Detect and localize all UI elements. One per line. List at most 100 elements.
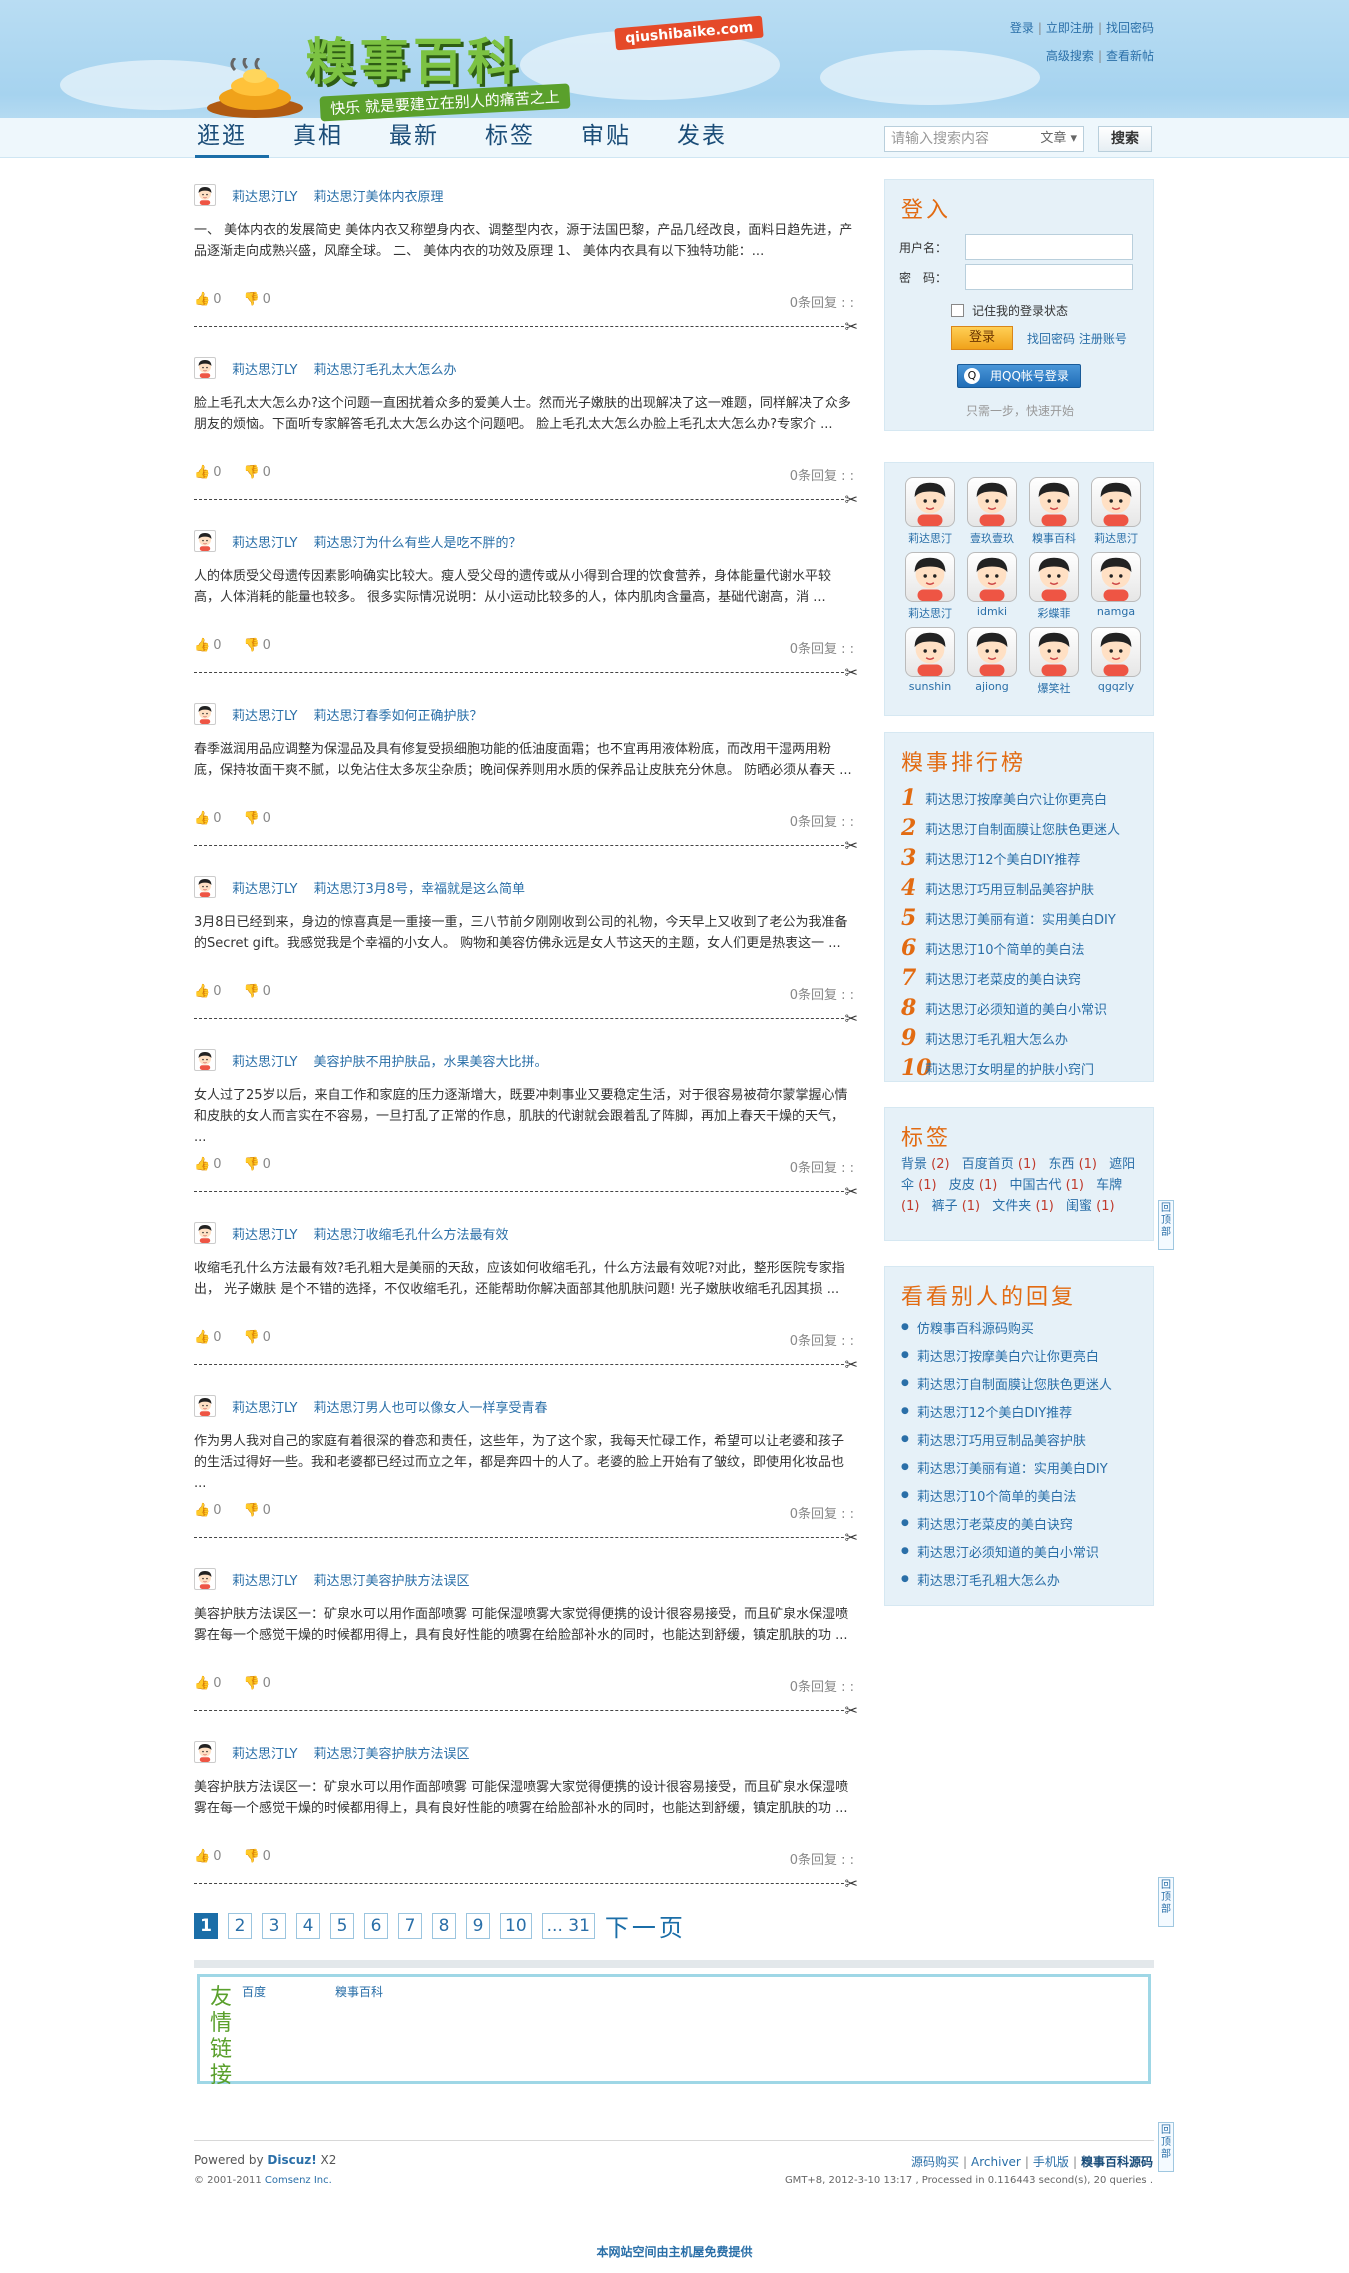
avatar[interactable] xyxy=(194,1222,216,1244)
reply-link[interactable]: 仿糗事百科源码购买 xyxy=(917,1318,1034,1337)
downvote-button[interactable]: 👎 0 xyxy=(243,465,270,480)
avatar[interactable] xyxy=(194,1395,216,1417)
post-title-link[interactable]: 莉达思汀毛孔太大怎么办 xyxy=(313,359,456,378)
reply-link[interactable]: 莉达思汀按摩美白穴让你更亮白 xyxy=(917,1346,1099,1365)
upvote-button[interactable]: 👍 0 xyxy=(194,1676,221,1691)
avatar[interactable] xyxy=(194,703,216,725)
post-title-link[interactable]: 美容护肤不用护肤品，水果美容大比拼。 xyxy=(313,1051,547,1070)
downvote-button[interactable]: 👎 0 xyxy=(243,1849,270,1864)
reply-link[interactable]: 莉达思汀巧用豆制品美容护肤 xyxy=(917,1430,1086,1449)
tag-link[interactable]: 皮皮 (1) xyxy=(949,1178,1006,1193)
upvote-button[interactable]: 👍 0 xyxy=(194,292,221,307)
page-link[interactable]: ... 31 xyxy=(541,1912,595,1939)
site-logo[interactable]: 糗事百科 qiushibaike.com 快乐 就是要建立在别人的痛苦之上 xyxy=(205,10,765,122)
user-item[interactable]: ajiong xyxy=(961,627,1023,702)
tag-link[interactable]: 中国古代 (1) xyxy=(1009,1178,1092,1193)
host-credit[interactable]: 本网站空间由主机屋免费提供 xyxy=(0,2243,1349,2260)
downvote-button[interactable]: 👎 0 xyxy=(243,1676,270,1691)
post-author-link[interactable]: 莉达思汀LY xyxy=(232,705,297,724)
page-link[interactable]: 8 xyxy=(432,1912,456,1939)
ranking-link[interactable]: 莉达思汀必须知道的美白小常识 xyxy=(925,999,1107,1018)
comments-link[interactable]: 0条回复 : : xyxy=(790,811,854,830)
post-author-link[interactable]: 莉达思汀LY xyxy=(232,878,297,897)
user-item[interactable]: 糗事百科 xyxy=(1023,477,1085,552)
footer-link-archiver[interactable]: Archiver xyxy=(971,2155,1021,2169)
avatar[interactable] xyxy=(194,1741,216,1763)
ranking-link[interactable]: 莉达思汀女明星的护肤小窍门 xyxy=(925,1059,1094,1078)
reply-link[interactable]: 莉达思汀美丽有道：实用美白DIY xyxy=(917,1458,1108,1477)
user-name[interactable]: sunshin xyxy=(899,680,961,693)
post-title-link[interactable]: 莉达思汀男人也可以像女人一样享受青春 xyxy=(313,1397,547,1416)
tag-link[interactable]: 背景 (2) xyxy=(901,1157,958,1172)
nav-browse[interactable]: 逛逛 xyxy=(195,118,269,158)
user-name[interactable]: 糗事百科 xyxy=(1023,530,1085,546)
user-name[interactable]: qgqzly xyxy=(1085,680,1147,693)
friend-link[interactable]: 百度 xyxy=(242,1983,266,2000)
avatar[interactable] xyxy=(1091,552,1141,602)
upvote-button[interactable]: 👍 0 xyxy=(194,1330,221,1345)
user-item[interactable]: 莉达思汀 xyxy=(899,552,961,627)
upvote-button[interactable]: 👍 0 xyxy=(194,811,221,826)
upvote-button[interactable]: 👍 0 xyxy=(194,1503,221,1518)
password-input[interactable] xyxy=(965,264,1133,290)
nav-latest[interactable]: 最新 xyxy=(387,118,461,158)
user-name[interactable]: 莉达思汀 xyxy=(899,605,961,621)
user-name[interactable]: 壹玖壹玖 xyxy=(961,530,1023,546)
downvote-button[interactable]: 👎 0 xyxy=(243,292,270,307)
post-title-link[interactable]: 莉达思汀为什么有些人是吃不胖的？ xyxy=(313,532,521,551)
page-link[interactable]: 2 xyxy=(228,1912,252,1939)
downvote-button[interactable]: 👎 0 xyxy=(243,638,270,653)
register-link[interactable]: 立即注册 xyxy=(1046,21,1094,35)
avatar[interactable] xyxy=(194,1049,216,1071)
avatar[interactable] xyxy=(967,477,1017,527)
upvote-button[interactable]: 👍 0 xyxy=(194,984,221,999)
post-author-link[interactable]: 莉达思汀LY xyxy=(232,532,297,551)
new-posts-link[interactable]: 查看新帖 xyxy=(1106,49,1154,63)
back-to-top-button[interactable]: 回顶部 xyxy=(1158,2122,1174,2172)
user-item[interactable]: 彩蝶菲 xyxy=(1023,552,1085,627)
search-input[interactable]: 请输入搜索内容 文章 ▾ xyxy=(884,126,1084,152)
user-name[interactable]: 莉达思汀 xyxy=(1085,530,1147,546)
footer-link-mobile[interactable]: 手机版 xyxy=(1033,2155,1069,2169)
avatar[interactable] xyxy=(194,357,216,379)
ranking-link[interactable]: 莉达思汀自制面膜让您肤色更迷人 xyxy=(925,819,1120,838)
find-password-link[interactable]: 找回密码 xyxy=(1106,21,1154,35)
user-item[interactable]: idmki xyxy=(961,552,1023,627)
avatar[interactable] xyxy=(905,477,955,527)
footer-link-source[interactable]: 源码购买 xyxy=(911,2155,959,2169)
remember-checkbox[interactable] xyxy=(951,304,964,317)
user-item[interactable]: sunshin xyxy=(899,627,961,702)
reply-link[interactable]: 莉达思汀12个美白DIY推荐 xyxy=(917,1402,1072,1421)
back-to-top-button[interactable]: 回顶部 xyxy=(1158,1200,1174,1250)
upvote-button[interactable]: 👍 0 xyxy=(194,638,221,653)
post-author-link[interactable]: 莉达思汀LY xyxy=(232,1397,297,1416)
avatar[interactable] xyxy=(194,876,216,898)
user-item[interactable]: namga xyxy=(1085,552,1147,627)
comsenz-link[interactable]: Comsenz Inc. xyxy=(265,2175,332,2186)
downvote-button[interactable]: 👎 0 xyxy=(243,984,270,999)
avatar[interactable] xyxy=(1091,627,1141,677)
comments-link[interactable]: 0条回复 : : xyxy=(790,1330,854,1349)
page-link[interactable]: 9 xyxy=(466,1912,490,1939)
reply-link[interactable]: 莉达思汀老菜皮的美白诀窍 xyxy=(917,1514,1073,1533)
comments-link[interactable]: 0条回复 : : xyxy=(790,465,854,484)
tag-link[interactable]: 东西 (1) xyxy=(1048,1157,1105,1172)
tag-link[interactable]: 闺蜜 (1) xyxy=(1066,1199,1123,1214)
upvote-button[interactable]: 👍 0 xyxy=(194,1157,221,1172)
tag-link[interactable]: 裤子 (1) xyxy=(932,1199,989,1214)
ranking-link[interactable]: 莉达思汀按摩美白穴让你更亮白 xyxy=(925,789,1107,808)
upvote-button[interactable]: 👍 0 xyxy=(194,465,221,480)
user-name[interactable]: ajiong xyxy=(961,680,1023,693)
avatar[interactable] xyxy=(194,1568,216,1590)
ranking-link[interactable]: 莉达思汀老菜皮的美白诀窍 xyxy=(925,969,1081,988)
user-item[interactable]: qgqzly xyxy=(1085,627,1147,702)
avatar[interactable] xyxy=(194,530,216,552)
user-item[interactable]: 壹玖壹玖 xyxy=(961,477,1023,552)
comments-link[interactable]: 0条回复 : : xyxy=(790,1503,854,1522)
ranking-link[interactable]: 莉达思汀美丽有道：实用美白DIY xyxy=(925,909,1116,928)
reply-link[interactable]: 莉达思汀毛孔粗大怎么办 xyxy=(917,1570,1060,1589)
post-author-link[interactable]: 莉达思汀LY xyxy=(232,359,297,378)
tag-link[interactable]: 文件夹 (1) xyxy=(992,1199,1062,1214)
ranking-link[interactable]: 莉达思汀巧用豆制品美容护肤 xyxy=(925,879,1094,898)
ranking-link[interactable]: 莉达思汀12个美白DIY推荐 xyxy=(925,849,1080,868)
